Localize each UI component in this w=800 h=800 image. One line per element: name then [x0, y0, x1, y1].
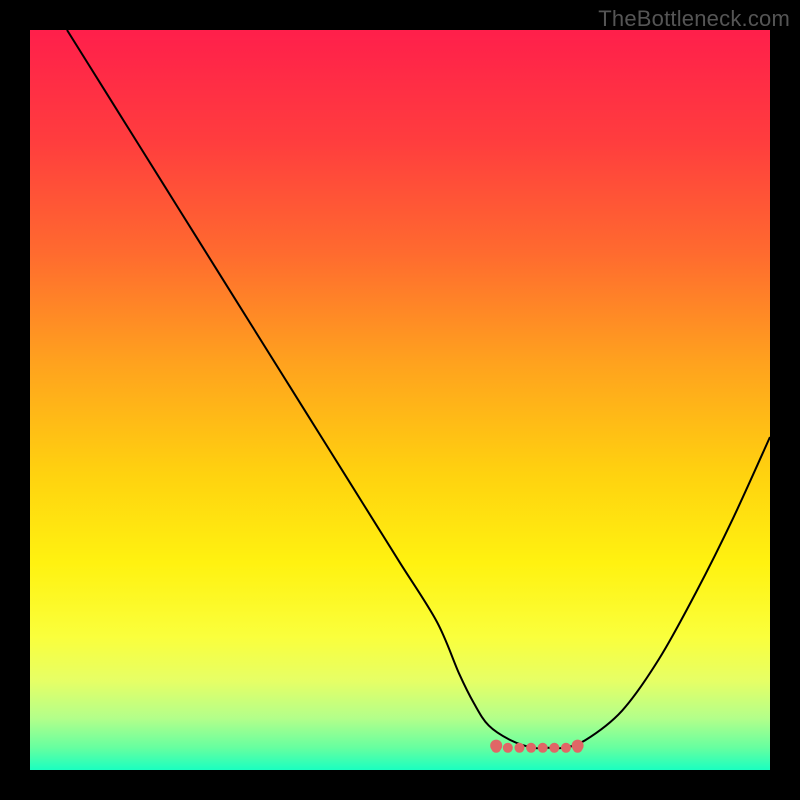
optimal-marker — [549, 743, 559, 753]
chart-frame: TheBottleneck.com — [0, 0, 800, 800]
optimal-marker — [538, 743, 548, 753]
plot-area — [30, 30, 770, 770]
optimal-region-markers — [490, 740, 583, 753]
optimal-marker — [503, 743, 513, 753]
optimal-marker — [526, 743, 536, 753]
optimal-marker-end — [572, 740, 584, 752]
bottleneck-chart — [30, 30, 770, 770]
curve-line — [67, 30, 770, 748]
watermark-text: TheBottleneck.com — [598, 6, 790, 32]
optimal-marker — [561, 743, 571, 753]
optimal-marker — [514, 743, 524, 753]
optimal-marker-end — [490, 740, 502, 752]
